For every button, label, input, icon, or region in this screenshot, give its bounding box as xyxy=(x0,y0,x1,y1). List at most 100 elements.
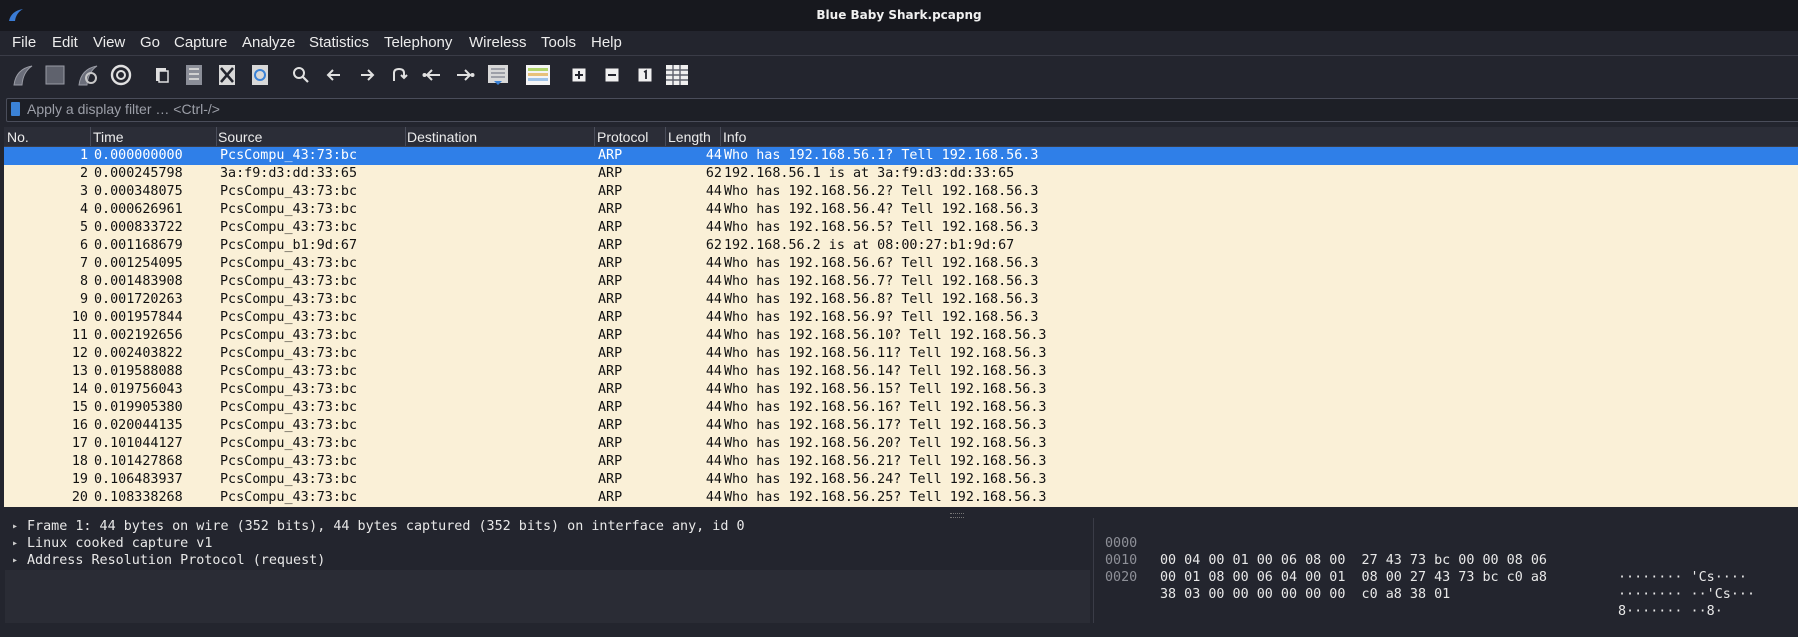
resize-columns-icon[interactable] xyxy=(664,62,690,88)
packet-cell-info: Who has 192.168.56.25? Tell 192.168.56.3 xyxy=(724,490,1047,505)
menu-statistics[interactable]: Statistics xyxy=(309,34,369,51)
column-header-protocol[interactable]: Protocol xyxy=(597,129,648,145)
column-header-destination[interactable]: Destination xyxy=(407,129,477,145)
packet-cell-protocol: ARP xyxy=(598,436,623,451)
last-packet-icon[interactable] xyxy=(452,62,478,88)
packet-cell-source: PcsCompu_43:73:bc xyxy=(220,328,358,343)
packet-row[interactable]: 16 0.020044135 PcsCompu_43:73:bc ARP 44 Who h… xyxy=(4,417,1798,435)
bookmark-icon[interactable] xyxy=(11,102,20,116)
first-packet-icon[interactable] xyxy=(419,62,445,88)
stop-square-icon[interactable] xyxy=(42,62,68,88)
details-tree-item[interactable]: ▸ Frame 1: 44 bytes on wire (352 bits), … xyxy=(5,518,1090,535)
menu-wireless[interactable]: Wireless xyxy=(469,34,527,51)
packet-cell-protocol: ARP xyxy=(598,148,623,163)
column-divider[interactable] xyxy=(665,127,666,146)
packet-row[interactable]: 18 0.101427868 PcsCompu_43:73:bc ARP 44 Who h… xyxy=(4,453,1798,471)
packet-cell-length: 44 xyxy=(705,184,722,199)
packet-cell-no: 13 xyxy=(71,364,88,379)
column-header-source[interactable]: Source xyxy=(218,129,262,145)
zoom-out-icon[interactable] xyxy=(599,62,625,88)
column-header-info[interactable]: Info xyxy=(723,129,746,145)
column-header-time[interactable]: Time xyxy=(93,129,124,145)
reload-file-icon[interactable] xyxy=(247,62,273,88)
column-divider[interactable] xyxy=(405,127,406,146)
packet-cell-time: 0.000245798 xyxy=(94,166,183,181)
packet-row[interactable]: 3 0.000348075 PcsCompu_43:73:bc ARP 44 Who ha… xyxy=(4,183,1798,201)
column-header-no[interactable]: No. xyxy=(7,129,29,145)
packet-cell-length: 44 xyxy=(705,202,722,217)
shark-fin-start-icon[interactable] xyxy=(10,62,36,88)
packet-row[interactable]: 1 0.000000000 PcsCompu_43:73:bc ARP 44 Who ha… xyxy=(4,147,1798,165)
packet-cell-info: 192.168.56.1 is at 3a:f9:d3:dd:33:65 xyxy=(724,166,1015,181)
zoom-in-icon[interactable] xyxy=(566,62,592,88)
packet-cell-protocol: ARP xyxy=(598,328,623,343)
restart-fin-icon[interactable] xyxy=(75,62,101,88)
packet-rows: 1 0.000000000 PcsCompu_43:73:bc ARP 44 Who ha… xyxy=(4,147,1798,507)
bytes-ascii[interactable]: ········ ··'Cs··· xyxy=(1618,586,1755,603)
expand-arrow-icon[interactable]: ▸ xyxy=(12,552,22,569)
menu-capture[interactable]: Capture xyxy=(174,34,227,51)
column-header-length[interactable]: Length xyxy=(668,129,711,145)
packet-bytes-pane[interactable]: 0000 00 04 00 01 00 06 08 00 27 43 73 bc… xyxy=(1093,518,1798,623)
packet-row[interactable]: 11 0.002192656 PcsCompu_43:73:bc ARP 44 Who h… xyxy=(4,327,1798,345)
packet-row[interactable]: 9 0.001720263 PcsCompu_43:73:bc ARP 44 Who ha… xyxy=(4,291,1798,309)
expand-arrow-icon[interactable]: ▸ xyxy=(12,518,22,535)
column-divider[interactable] xyxy=(90,127,91,146)
details-tree-item[interactable]: ▸ Address Resolution Protocol (request) xyxy=(5,552,1090,569)
packet-row[interactable]: 15 0.019905380 PcsCompu_43:73:bc ARP 44 Who h… xyxy=(4,399,1798,417)
details-tree-item[interactable]: ▸ Linux cooked capture v1 xyxy=(5,535,1090,552)
menu-help[interactable]: Help xyxy=(591,34,622,51)
packet-row[interactable]: 2 0.000245798 3a:f9:d3:dd:33:65 ARP 62 192.16… xyxy=(4,165,1798,183)
column-divider[interactable] xyxy=(720,127,721,146)
save-file-icon[interactable] xyxy=(181,62,207,88)
normal-size-icon[interactable] xyxy=(632,62,658,88)
packet-cell-source: PcsCompu_43:73:bc xyxy=(220,202,358,217)
autoscroll-icon[interactable] xyxy=(485,62,511,88)
packet-row[interactable]: 4 0.000626961 PcsCompu_43:73:bc ARP 44 Who ha… xyxy=(4,201,1798,219)
menu-edit[interactable]: Edit xyxy=(52,34,78,51)
menu-go[interactable]: Go xyxy=(140,34,160,51)
menu-tools[interactable]: Tools xyxy=(541,34,576,51)
bytes-hex[interactable]: 38 03 00 00 00 00 00 00 c0 a8 38 01 xyxy=(1160,586,1450,603)
packet-cell-source: PcsCompu_43:73:bc xyxy=(220,418,358,433)
packet-row[interactable]: 13 0.019588088 PcsCompu_43:73:bc ARP 44 Who h… xyxy=(4,363,1798,381)
packet-cell-source: PcsCompu_43:73:bc xyxy=(220,220,358,235)
column-divider[interactable] xyxy=(216,127,217,146)
column-divider[interactable] xyxy=(594,127,595,146)
menu-file[interactable]: File xyxy=(12,34,36,51)
colorize-icon[interactable] xyxy=(525,62,551,88)
packet-cell-no: 6 xyxy=(79,238,88,253)
packet-row[interactable]: 20 0.108338268 PcsCompu_43:73:bc ARP 44 Who h… xyxy=(4,489,1798,507)
packet-row[interactable]: 8 0.001483908 PcsCompu_43:73:bc ARP 44 Who ha… xyxy=(4,273,1798,291)
options-gear-icon[interactable] xyxy=(108,62,134,88)
close-file-icon[interactable] xyxy=(214,62,240,88)
packet-cell-info: Who has 192.168.56.8? Tell 192.168.56.3 xyxy=(724,292,1039,307)
packet-cell-no: 5 xyxy=(79,220,88,235)
packet-row[interactable]: 14 0.019756043 PcsCompu_43:73:bc ARP 44 Who h… xyxy=(4,381,1798,399)
packet-row[interactable]: 5 0.000833722 PcsCompu_43:73:bc ARP 44 Who ha… xyxy=(4,219,1798,237)
bytes-ascii[interactable]: ········ 'Cs···· xyxy=(1618,569,1747,586)
window-title: Blue Baby Shark.pcapng xyxy=(816,8,982,22)
go-to-packet-icon[interactable] xyxy=(386,62,412,88)
packet-row[interactable]: 7 0.001254095 PcsCompu_43:73:bc ARP 44 Who ha… xyxy=(4,255,1798,273)
menu-view[interactable]: View xyxy=(93,34,125,51)
packet-list[interactable]: No. Time Source Destination Protocol Len… xyxy=(4,127,1798,512)
packet-row[interactable]: 6 0.001168679 PcsCompu_b1:9d:67 ARP 62 192.16… xyxy=(4,237,1798,255)
open-file-icon[interactable] xyxy=(149,62,175,88)
expand-arrow-icon[interactable]: ▸ xyxy=(12,535,22,552)
go-back-arrow-icon[interactable] xyxy=(321,62,347,88)
go-forward-arrow-icon[interactable] xyxy=(354,62,380,88)
menu-telephony[interactable]: Telephony xyxy=(384,34,452,51)
bytes-hex[interactable]: 00 01 08 00 06 04 00 01 08 00 27 43 73 b… xyxy=(1160,569,1547,586)
packet-row[interactable]: 17 0.101044127 PcsCompu_43:73:bc ARP 44 Who h… xyxy=(4,435,1798,453)
packet-cell-time: 0.000626961 xyxy=(94,202,183,217)
display-filter-input[interactable] xyxy=(27,100,1727,118)
menu-analyze[interactable]: Analyze xyxy=(242,34,295,51)
find-magnifier-icon[interactable] xyxy=(288,62,314,88)
packet-cell-source: PcsCompu_43:73:bc xyxy=(220,400,358,415)
packet-cell-length: 44 xyxy=(705,400,722,415)
packet-row[interactable]: 12 0.002403822 PcsCompu_43:73:bc ARP 44 Who h… xyxy=(4,345,1798,363)
bytes-ascii[interactable]: 8······· ··8· xyxy=(1618,603,1723,620)
packet-row[interactable]: 10 0.001957844 PcsCompu_43:73:bc ARP 44 Who h… xyxy=(4,309,1798,327)
packet-row[interactable]: 19 0.106483937 PcsCompu_43:73:bc ARP 44 Who h… xyxy=(4,471,1798,489)
